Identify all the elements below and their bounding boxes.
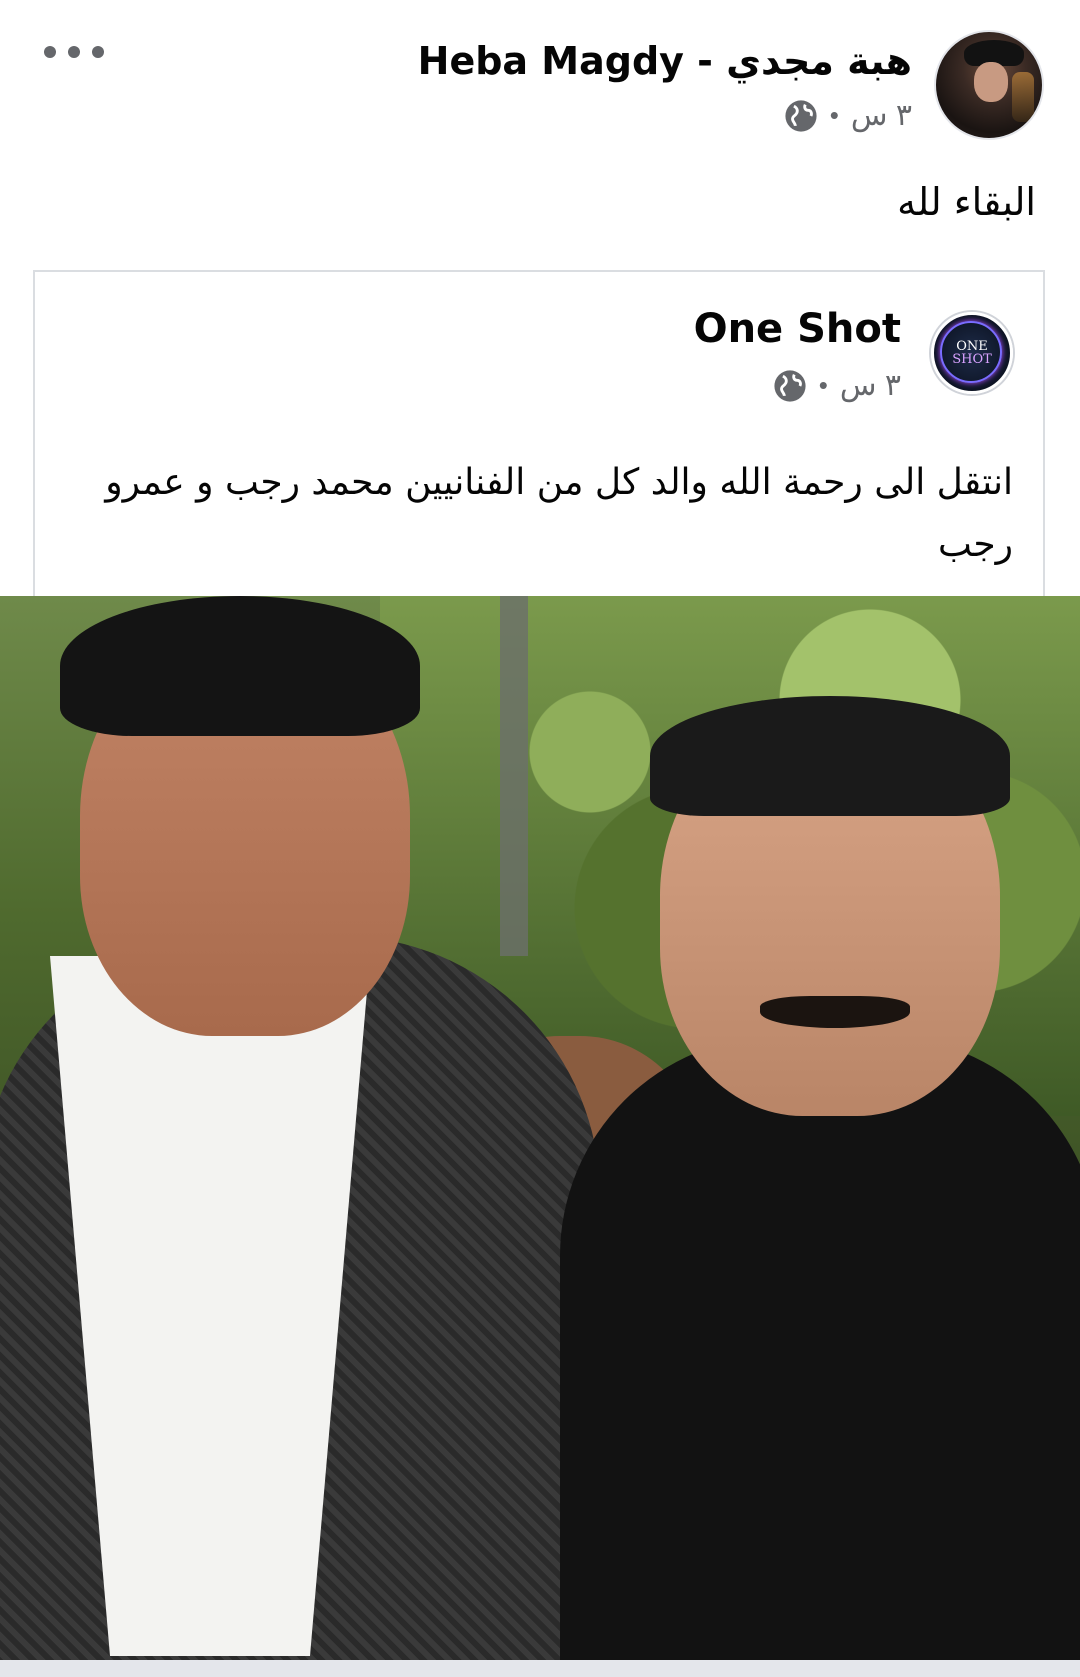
more-dot-icon — [92, 46, 104, 58]
more-dot-icon — [44, 46, 56, 58]
photo-person-right-hair — [650, 696, 1010, 816]
post-text: البقاء لله — [897, 180, 1036, 224]
one-shot-logo: ONE SHOT — [952, 339, 992, 367]
post-header: Heba Magdy - هبة مجدي ٣ س • — [418, 30, 1044, 140]
shared-post-text: انتقل الى رحمة الله والد كل من الفنانيين… — [105, 462, 1013, 565]
shared-post-header: ONE SHOT One Shot ٣ س • — [694, 306, 1013, 403]
photo-person-right-mustache — [760, 996, 910, 1028]
shared-post-meta: ٣ س • — [694, 368, 901, 403]
globe-icon[interactable] — [784, 99, 818, 133]
more-dot-icon — [68, 46, 80, 58]
photo-person-right-sweater — [560, 1036, 1080, 1660]
photo-person-left-hair — [60, 596, 420, 736]
post-time[interactable]: ٣ س — [851, 98, 912, 133]
post-photo[interactable] — [0, 596, 1080, 1660]
author-avatar[interactable] — [934, 30, 1044, 140]
post-meta: ٣ س • — [418, 98, 912, 133]
author-name[interactable]: Heba Magdy - هبة مجدي — [418, 38, 912, 84]
post-header-text: Heba Magdy - هبة مجدي ٣ س • — [418, 38, 912, 133]
page-avatar[interactable]: ONE SHOT — [931, 312, 1013, 394]
meta-separator: • — [818, 370, 828, 400]
meta-separator: • — [829, 100, 839, 130]
more-options-button[interactable] — [44, 34, 104, 70]
photo-background-pole — [500, 596, 528, 956]
bottom-divider — [0, 1660, 1080, 1677]
shared-header-text: One Shot ٣ س • — [694, 306, 901, 403]
shared-post-time[interactable]: ٣ س — [840, 368, 901, 403]
page-name[interactable]: One Shot — [694, 306, 901, 352]
shared-post-card[interactable]: ONE SHOT One Shot ٣ س • انتقل الى رحمة ا… — [33, 270, 1045, 600]
globe-icon[interactable] — [773, 369, 807, 403]
